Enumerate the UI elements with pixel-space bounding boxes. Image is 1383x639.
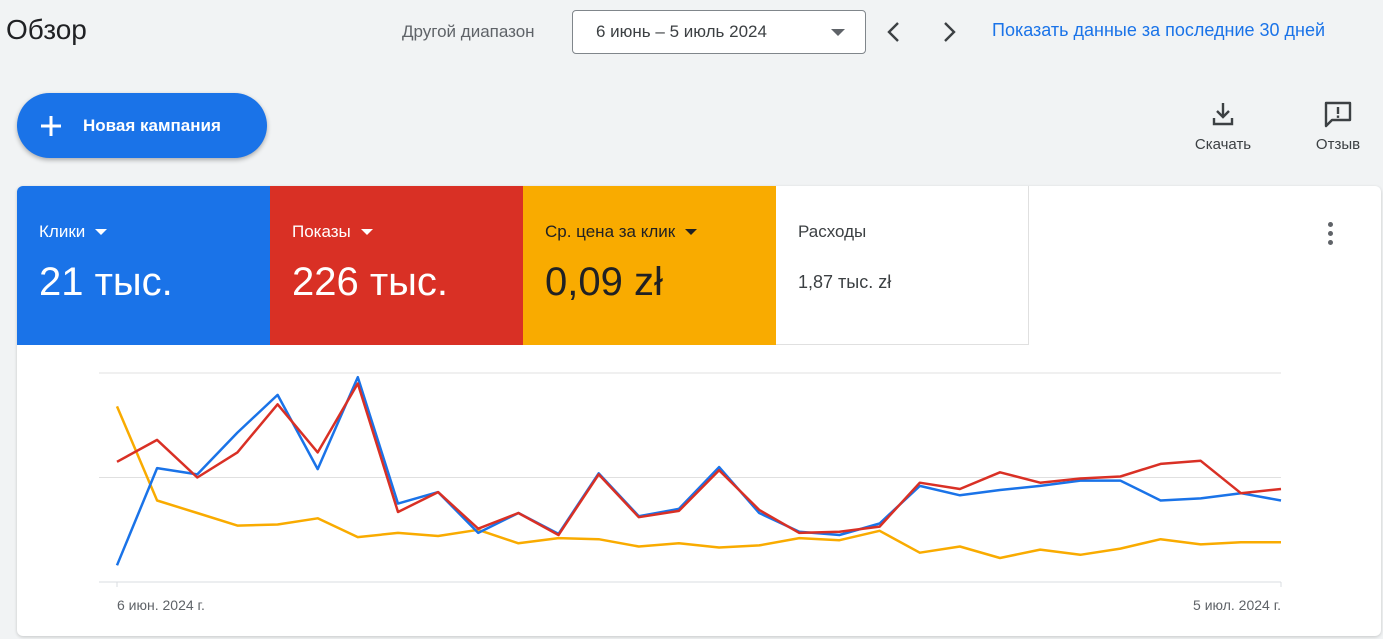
next-period-button[interactable] <box>931 14 967 50</box>
feedback-button[interactable]: Отзыв <box>1300 96 1376 153</box>
page-title: Обзор <box>6 14 87 45</box>
date-range-value: 6 июнь – 5 июль 2024 <box>596 22 767 41</box>
download-label: Скачать <box>1194 136 1252 153</box>
chevron-down-icon <box>831 29 845 36</box>
performance-card: Клики 21 тыс. Показы 226 тыс. Ср. цена з… <box>17 186 1381 636</box>
date-range-label: Другой диапазон <box>402 22 535 41</box>
x-tick-label-end: 5 июл. 2024 г. <box>1193 597 1281 613</box>
performance-line-chart: 6 июн. 2024 г. 5 июл. 2024 г. <box>99 372 1282 613</box>
date-range-select[interactable]: 6 июнь – 5 июль 2024 <box>572 10 866 54</box>
chevron-right-icon <box>944 22 956 42</box>
feedback-label: Отзыв <box>1315 136 1361 153</box>
download-icon <box>1212 103 1234 126</box>
overview-page: Обзор Другой диапазон 6 июнь – 5 июль 20… <box>0 0 1383 639</box>
series-line-0 <box>115 375 1282 566</box>
download-button[interactable]: Скачать <box>1183 96 1263 153</box>
series-line-2 <box>115 405 1281 560</box>
last-30-days-link[interactable]: Показать данные за последние 30 дней <box>992 20 1325 41</box>
new-campaign-button[interactable]: Новая кампания <box>17 93 267 158</box>
x-tick-label-start: 6 июн. 2024 г. <box>117 597 205 613</box>
chevron-left-icon <box>887 22 899 42</box>
new-campaign-label: Новая кампания <box>83 116 221 135</box>
plus-icon <box>41 116 61 136</box>
previous-period-button[interactable] <box>876 14 912 50</box>
feedback-icon <box>1324 101 1352 128</box>
series-line-1 <box>116 382 1282 537</box>
